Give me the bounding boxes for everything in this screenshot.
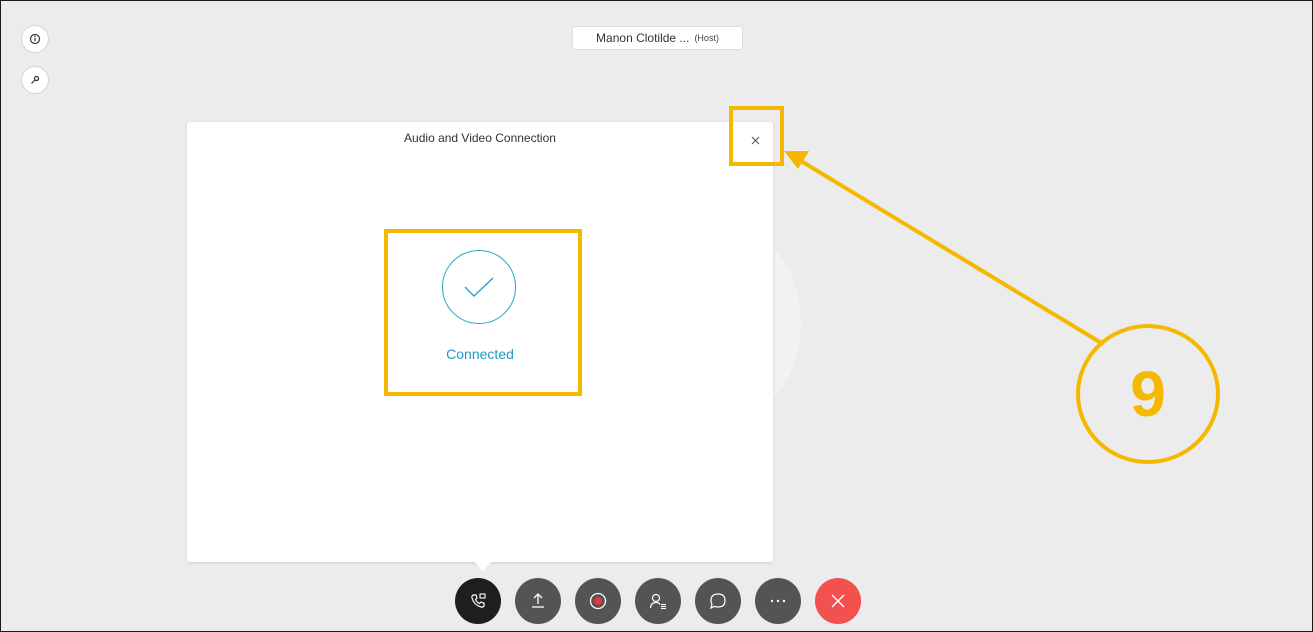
audio-video-connection-button[interactable] [455, 578, 501, 624]
close-icon [831, 594, 845, 608]
chat-button[interactable] [695, 578, 741, 624]
participants-button[interactable] [635, 578, 681, 624]
leave-meeting-button[interactable] [815, 578, 861, 624]
record-button[interactable] [575, 578, 621, 624]
annotation-arrow [784, 151, 1105, 346]
record-icon [589, 592, 607, 610]
participants-icon [649, 593, 666, 610]
share-button[interactable] [515, 578, 561, 624]
more-dots-icon [770, 599, 786, 603]
chat-bubble-icon [710, 593, 726, 610]
step-number-badge: 9 [1076, 324, 1220, 464]
meeting-toolbar [455, 578, 861, 624]
upload-icon [532, 593, 544, 608]
phone-video-icon [471, 593, 486, 608]
meeting-window: Manon Clotilde ... (Host) Audio and Vide… [0, 0, 1313, 632]
more-options-button[interactable] [755, 578, 801, 624]
